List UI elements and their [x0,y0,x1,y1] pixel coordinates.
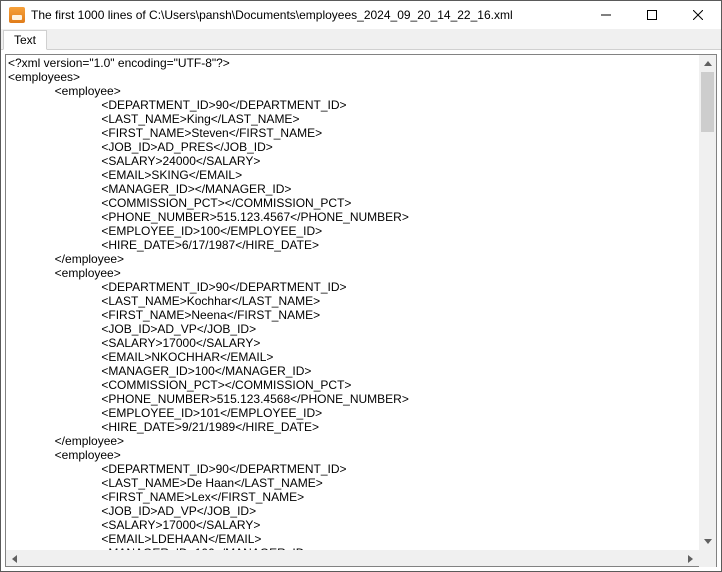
text-view-frame: <?xml version="1.0" encoding="UTF-8"?> <… [5,54,717,567]
chevron-left-icon [12,555,17,563]
tab-text[interactable]: Text [3,30,47,50]
text-scroll-area: <?xml version="1.0" encoding="UTF-8"?> <… [6,55,716,550]
vertical-scrollbar[interactable] [699,55,716,550]
scroll-left-button[interactable] [6,550,23,567]
chevron-up-icon [704,61,712,66]
window-title: The first 1000 lines of C:\Users\pansh\D… [31,8,583,22]
tabstrip: Text [1,29,721,50]
close-button[interactable] [675,1,721,29]
scroll-up-button[interactable] [699,55,716,72]
vertical-scroll-thumb[interactable] [701,72,714,132]
titlebar[interactable]: The first 1000 lines of C:\Users\pansh\D… [1,1,721,29]
close-icon [693,10,703,20]
chevron-down-icon [704,539,712,544]
scroll-right-button[interactable] [682,550,699,567]
window-controls [583,1,721,29]
app-window: The first 1000 lines of C:\Users\pansh\D… [0,0,722,572]
maximize-icon [647,10,657,20]
chevron-right-icon [688,555,693,563]
minimize-button[interactable] [583,1,629,29]
scrollbar-corner [699,550,716,567]
minimize-icon [601,10,611,20]
content-area: <?xml version="1.0" encoding="UTF-8"?> <… [1,50,721,571]
app-icon [9,7,25,23]
text-content[interactable]: <?xml version="1.0" encoding="UTF-8"?> <… [6,55,699,550]
maximize-button[interactable] [629,1,675,29]
scroll-down-button[interactable] [699,533,716,550]
horizontal-scrollbar[interactable] [6,550,716,566]
